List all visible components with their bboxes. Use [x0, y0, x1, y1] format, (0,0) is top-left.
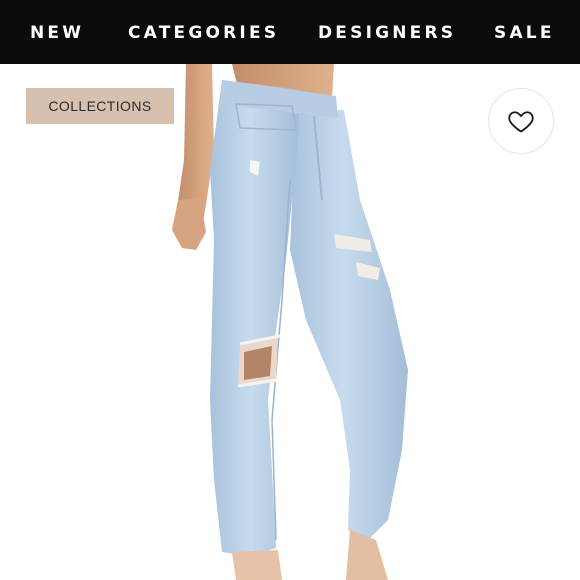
heart-outline-icon — [508, 111, 534, 133]
nav-item-sale[interactable]: SALE — [494, 0, 555, 64]
top-navigation: NEW CATEGORIES DESIGNERS SALE — [0, 0, 580, 64]
collections-badge[interactable]: COLLECTIONS — [26, 88, 174, 124]
product-area: COLLECTIONS — [0, 64, 580, 580]
nav-item-designers[interactable]: DESIGNERS — [318, 0, 456, 64]
nav-item-categories[interactable]: CATEGORIES — [128, 0, 279, 64]
nav-item-new[interactable]: NEW — [30, 0, 84, 64]
product-image-jeans — [172, 64, 408, 580]
wishlist-button[interactable] — [488, 88, 554, 154]
